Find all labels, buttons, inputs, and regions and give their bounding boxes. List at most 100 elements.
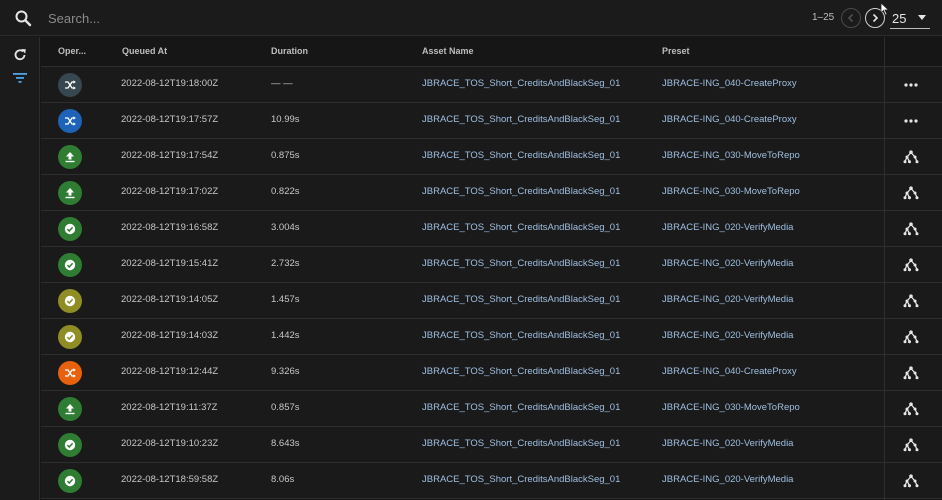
table-row[interactable]: 2022-08-12T19:17:02Z 0.822s JBRACE_TOS_Sho… [41, 175, 942, 211]
mouse-cursor-icon [880, 2, 890, 21]
asset-name-link[interactable]: JBRACE_TOS_Short_CreditsAndBlackSeg_01 [422, 186, 620, 197]
workflow-graph-icon [903, 186, 919, 200]
table-row[interactable]: 2022-08-12T19:14:03Z 1.442s JBRACE_TOS_Sho… [41, 319, 942, 355]
duration-cell: 8.06s [271, 474, 295, 485]
check-circle-icon [58, 469, 82, 493]
table-row[interactable]: 2022-08-12T19:17:54Z 0.875s JBRACE_TOS_Sho… [41, 139, 942, 175]
workflow-graph-button[interactable] [903, 257, 919, 273]
check-circle-icon [58, 253, 82, 277]
chevron-left-icon [847, 13, 854, 23]
pagination-range: 1–25 [812, 12, 835, 23]
table-row[interactable]: 2022-08-12T19:17:57Z 10.99s JBRACE_TOS_Sho… [41, 103, 942, 139]
column-divider [884, 37, 885, 500]
preset-link[interactable]: JBRACE-ING_020-VerifyMedia [662, 438, 793, 449]
asset-name-link[interactable]: JBRACE_TOS_Short_CreditsAndBlackSeg_01 [422, 294, 620, 305]
preset-link[interactable]: JBRACE-ING_040-CreateProxy [662, 366, 797, 377]
table-row[interactable]: 2022-08-12T19:15:41Z 2.732s JBRACE_TOS_Sho… [41, 247, 942, 283]
more-options-button[interactable] [903, 77, 919, 93]
preset-link[interactable]: JBRACE-ING_040-CreateProxy [662, 78, 797, 89]
workflow-graph-button[interactable] [903, 365, 919, 381]
upload-icon [58, 181, 82, 205]
preset-link[interactable]: JBRACE-ING_020-VerifyMedia [662, 330, 793, 341]
previous-page-button[interactable] [841, 8, 861, 28]
asset-name-link[interactable]: JBRACE_TOS_Short_CreditsAndBlackSeg_01 [422, 366, 620, 377]
workflow-graph-icon [903, 330, 919, 344]
asset-name-link[interactable]: JBRACE_TOS_Short_CreditsAndBlackSeg_01 [422, 258, 620, 269]
left-toolbar [0, 37, 40, 500]
table-header: Oper... Queued At Duration Asset Name Pr… [41, 37, 942, 67]
workflow-graph-icon [903, 366, 919, 380]
duration-cell: 1.457s [271, 294, 300, 305]
table-row[interactable]: 2022-08-12T19:10:23Z 8.643s JBRACE_TOS_Sho… [41, 427, 942, 463]
asset-name-link[interactable]: JBRACE_TOS_Short_CreditsAndBlackSeg_01 [422, 402, 620, 413]
workflow-graph-button[interactable] [903, 401, 919, 417]
asset-name-link[interactable]: JBRACE_TOS_Short_CreditsAndBlackSeg_01 [422, 150, 620, 161]
workflow-graph-button[interactable] [903, 185, 919, 201]
rows-per-page-value: 25 [892, 11, 907, 26]
asset-name-link[interactable]: JBRACE_TOS_Short_CreditsAndBlackSeg_01 [422, 438, 620, 449]
preset-link[interactable]: JBRACE-ING_040-CreateProxy [662, 114, 797, 125]
chevron-right-icon [872, 13, 879, 23]
more-options-button[interactable] [903, 113, 919, 129]
workflow-graph-button[interactable] [903, 473, 919, 489]
column-header-queued-at[interactable]: Queued At [122, 46, 167, 56]
duration-cell: 0.857s [271, 402, 300, 413]
preset-link[interactable]: JBRACE-ING_020-VerifyMedia [662, 474, 793, 485]
upload-icon [58, 397, 82, 421]
queued-at-cell: 2022-08-12T19:14:05Z [121, 294, 219, 305]
queued-at-cell: 2022-08-12T19:17:57Z [121, 114, 219, 125]
duration-cell: 0.822s [271, 186, 300, 197]
asset-name-link[interactable]: JBRACE_TOS_Short_CreditsAndBlackSeg_01 [422, 222, 620, 233]
search-input[interactable] [48, 6, 608, 30]
column-header-asset-name[interactable]: Asset Name [422, 46, 474, 56]
workflow-graph-button[interactable] [903, 149, 919, 165]
duration-cell: 2.732s [271, 258, 300, 269]
preset-link[interactable]: JBRACE-ING_020-VerifyMedia [662, 258, 793, 269]
preset-link[interactable]: JBRACE-ING_030-MoveToRepo [662, 402, 800, 413]
caret-down-icon [918, 15, 926, 20]
upload-icon [58, 145, 82, 169]
rows-per-page-select[interactable]: 25 [890, 8, 930, 29]
table-row[interactable]: 2022-08-12T19:11:37Z 0.857s JBRACE_TOS_Sho… [41, 391, 942, 427]
table-row[interactable]: 2022-08-12T19:18:00Z — — JBRACE_TOS_Short_… [41, 67, 942, 103]
check-circle-icon [58, 289, 82, 313]
workflow-graph-icon [903, 438, 919, 452]
queued-at-cell: 2022-08-12T19:14:03Z [121, 330, 219, 341]
preset-link[interactable]: JBRACE-ING_030-MoveToRepo [662, 150, 800, 161]
jobs-table: Oper... Queued At Duration Asset Name Pr… [41, 37, 942, 500]
duration-cell: 9.326s [271, 366, 300, 377]
shuffle-icon [58, 109, 82, 133]
workflow-graph-button[interactable] [903, 293, 919, 309]
duration-cell: 8.643s [271, 438, 300, 449]
table-row[interactable]: 2022-08-12T19:12:44Z 9.326s JBRACE_TOS_Sho… [41, 355, 942, 391]
queued-at-cell: 2022-08-12T19:17:54Z [121, 150, 219, 161]
queued-at-cell: 2022-08-12T18:59:58Z [121, 474, 219, 485]
refresh-icon[interactable] [13, 48, 27, 67]
search-icon[interactable] [14, 9, 32, 27]
queued-at-cell: 2022-08-12T19:10:23Z [121, 438, 219, 449]
duration-cell: 0.875s [271, 150, 300, 161]
table-row[interactable]: 2022-08-12T19:14:05Z 1.457s JBRACE_TOS_Sho… [41, 283, 942, 319]
workflow-graph-button[interactable] [903, 221, 919, 237]
filter-icon[interactable] [13, 71, 27, 89]
asset-name-link[interactable]: JBRACE_TOS_Short_CreditsAndBlackSeg_01 [422, 474, 620, 485]
asset-name-link[interactable]: JBRACE_TOS_Short_CreditsAndBlackSeg_01 [422, 330, 620, 341]
table-row[interactable]: 2022-08-12T18:59:58Z 8.06s JBRACE_TOS_Shor… [41, 463, 942, 499]
table-body: 2022-08-12T19:18:00Z — — JBRACE_TOS_Short_… [41, 67, 942, 499]
queued-at-cell: 2022-08-12T19:15:41Z [121, 258, 219, 269]
preset-link[interactable]: JBRACE-ING_020-VerifyMedia [662, 222, 793, 233]
workflow-graph-button[interactable] [903, 437, 919, 453]
queued-at-cell: 2022-08-12T19:18:00Z [121, 78, 219, 89]
column-header-preset[interactable]: Preset [662, 46, 690, 56]
shuffle-icon [58, 73, 82, 97]
preset-link[interactable]: JBRACE-ING_020-VerifyMedia [662, 294, 793, 305]
preset-link[interactable]: JBRACE-ING_030-MoveToRepo [662, 186, 800, 197]
table-row[interactable]: 2022-08-12T19:16:58Z 3.004s JBRACE_TOS_Sho… [41, 211, 942, 247]
duration-cell: 1.442s [271, 330, 300, 341]
column-header-operation[interactable]: Oper... [58, 46, 86, 56]
asset-name-link[interactable]: JBRACE_TOS_Short_CreditsAndBlackSeg_01 [422, 114, 620, 125]
asset-name-link[interactable]: JBRACE_TOS_Short_CreditsAndBlackSeg_01 [422, 78, 620, 89]
queued-at-cell: 2022-08-12T19:11:37Z [121, 402, 218, 413]
workflow-graph-button[interactable] [903, 329, 919, 345]
column-header-duration[interactable]: Duration [271, 46, 308, 56]
